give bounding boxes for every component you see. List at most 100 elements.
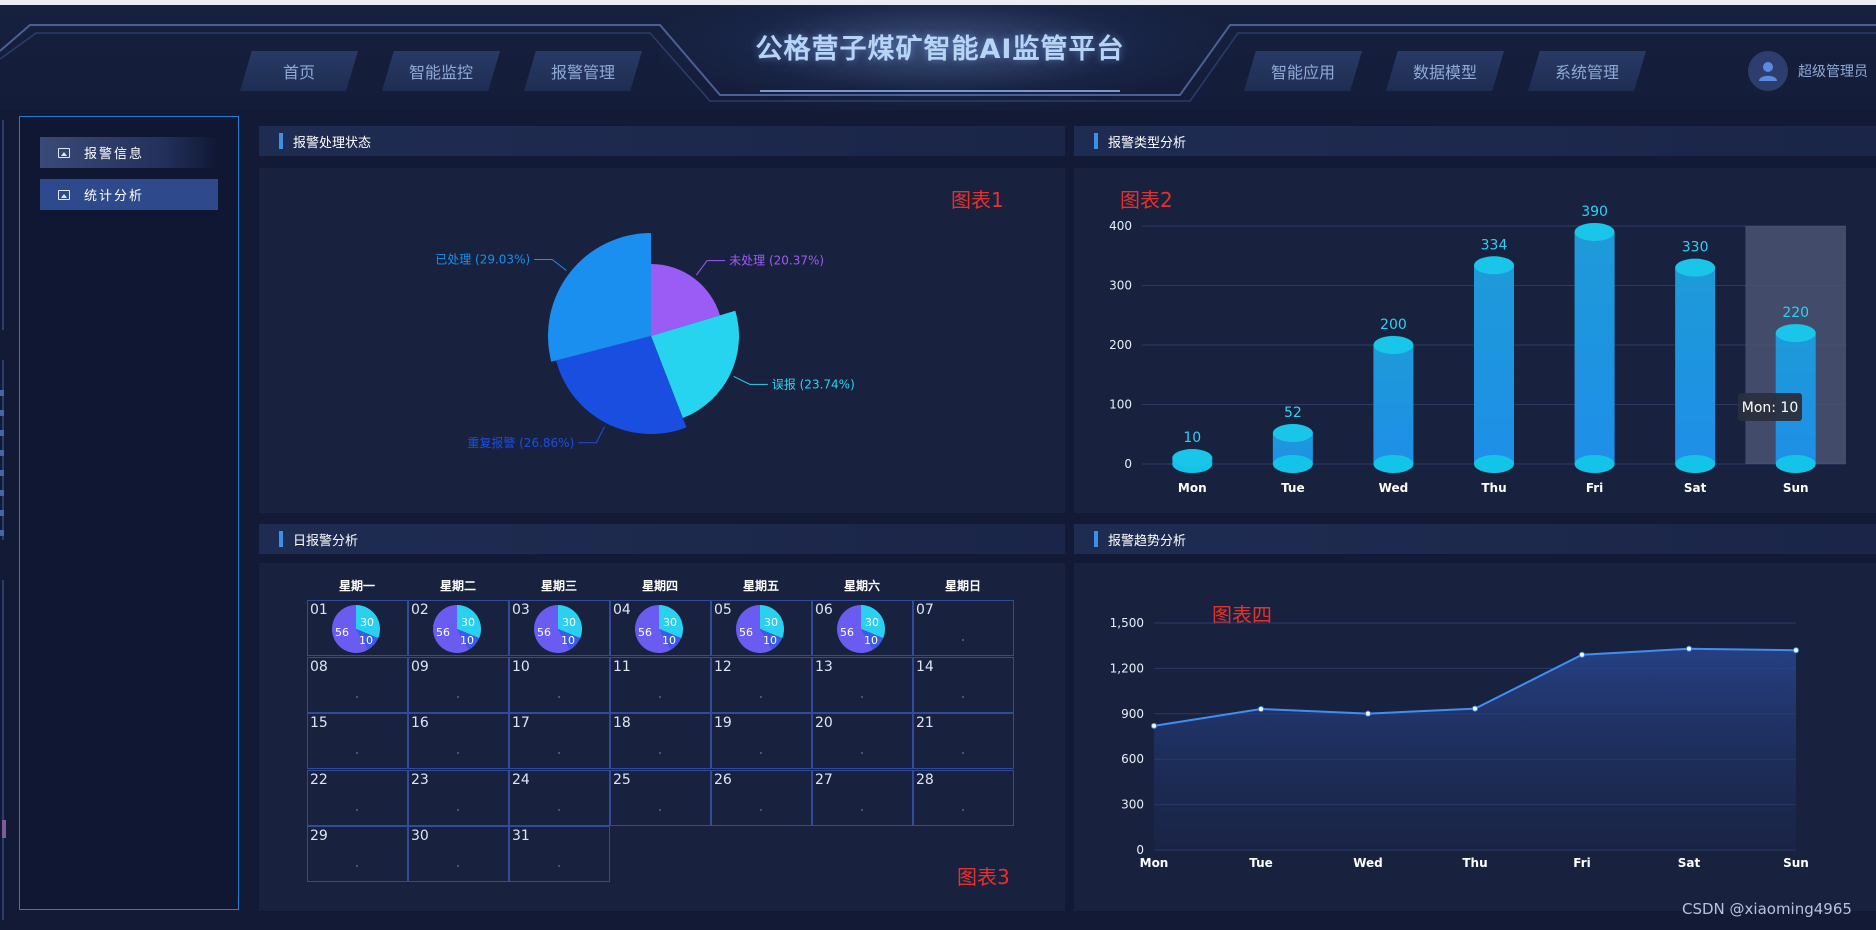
tooltip-text: Mon: 10 — [1742, 400, 1799, 416]
pie-chart[interactable]: 未处理 (20.37%) 误报 (23.74%) 重复报警 (26.86%) 已处理 … — [259, 168, 1065, 513]
calendar-day-number: 10 — [512, 658, 530, 675]
y-tick-label: 1,500 — [1110, 616, 1144, 630]
y-tick-label: 0 — [1136, 843, 1144, 857]
calendar-day-cell[interactable]: 02 30 10 56 — [408, 600, 509, 656]
calendar-day-cell[interactable]: 27 — [812, 769, 913, 826]
calendar-day-marker — [861, 808, 863, 811]
mini-pie-value: 30 — [562, 616, 576, 629]
bar-value-label: 200 — [1380, 317, 1407, 333]
calendar-day-cell[interactable]: 17 — [509, 713, 610, 769]
calendar-day-marker — [760, 752, 762, 754]
calendar-day-number: 26 — [714, 771, 732, 788]
calendar-day-cell[interactable]: 06 30 10 56 — [812, 600, 913, 656]
calendar-day-cell[interactable]: 22 — [307, 769, 408, 826]
sidebar-item-statistics[interactable]: 统计分析 — [40, 179, 218, 210]
mini-pie-chart: 30 10 56 — [837, 605, 885, 653]
x-tick-label: Thu — [1462, 856, 1487, 870]
bar-top — [1373, 336, 1414, 354]
data-point — [1472, 705, 1478, 712]
calendar-day-cell[interactable]: 15 — [307, 713, 408, 769]
calendar-day-cell[interactable]: 23 — [408, 769, 509, 826]
nav-tab-alarm[interactable]: 报警管理 — [524, 51, 642, 91]
calendar-day-marker — [457, 865, 459, 867]
calendar-day-number: 05 — [714, 602, 732, 618]
nav-tab-home[interactable]: 首页 — [240, 51, 358, 91]
mini-pie-value: 56 — [335, 626, 349, 639]
calendar-day-number: 01 — [310, 602, 328, 618]
calendar-day-cell[interactable]: 31 — [509, 826, 610, 882]
bar-base — [1775, 455, 1816, 473]
calendar-day-cell[interactable]: 08 — [307, 656, 408, 713]
left-decoration — [0, 120, 6, 920]
bar-chart[interactable]: 0 100 200 300 400 10 Mon 52 Tue 200 Wed 334 Thu 390 Fr… — [1074, 168, 1876, 513]
calendar-day-marker — [558, 752, 560, 754]
y-tick-label: 1,200 — [1110, 661, 1144, 675]
x-tick-label: Tue — [1281, 481, 1305, 495]
pie-leader-line — [695, 260, 726, 276]
pie-leader-line — [534, 258, 567, 271]
pie-slice-label: 重复报警 (26.86%) — [467, 435, 574, 450]
calendar-day-cell[interactable]: 19 — [711, 713, 812, 769]
x-tick-label: Wed — [1353, 856, 1383, 870]
chart-label: 图表3 — [957, 865, 1010, 889]
calendar-day-cell[interactable]: 20 — [812, 713, 913, 769]
calendar-day-cell[interactable]: 18 — [610, 713, 711, 769]
calendar-day-number: 25 — [613, 771, 631, 788]
bar-top — [1775, 324, 1816, 343]
calendar-day-cell[interactable]: 24 — [509, 769, 610, 826]
sidebar-item-alarm-info[interactable]: 报警信息 — [40, 137, 218, 168]
calendar-day-number: 20 — [815, 715, 833, 731]
bar-value-label: 334 — [1481, 237, 1508, 253]
nav-tab-system[interactable]: 系统管理 — [1528, 51, 1646, 91]
calendar-day-number: 22 — [310, 771, 328, 788]
calendar-day-cell[interactable]: 12 — [711, 656, 812, 713]
calendar-day-cell[interactable]: 13 — [812, 656, 913, 713]
calendar-day-cell[interactable]: 07 — [913, 600, 1014, 656]
mini-pie-value: 30 — [764, 616, 778, 629]
avatar[interactable] — [1748, 51, 1788, 91]
calendar-day-cell[interactable]: 14 — [913, 656, 1014, 713]
calendar-day-number: 28 — [916, 771, 934, 788]
user-name[interactable]: 超级管理员 — [1798, 61, 1868, 81]
y-tick-label: 200 — [1109, 338, 1132, 352]
calendar-day-cell[interactable]: 01 30 10 56 — [307, 600, 408, 656]
calendar-day-number: 06 — [815, 602, 833, 618]
calendar-day-cell[interactable]: 09 — [408, 656, 509, 713]
mini-pie-value: 30 — [663, 616, 677, 629]
mini-pie-value: 10 — [864, 634, 878, 647]
calendar-day-number: 04 — [613, 602, 631, 618]
calendar-day-cell[interactable]: 11 — [610, 656, 711, 713]
panel-title: 日报警分析 — [293, 533, 359, 549]
nav-tab-model[interactable]: 数据模型 — [1386, 51, 1504, 91]
calendar-day-marker — [659, 695, 661, 698]
mini-pie-value: 56 — [436, 626, 450, 639]
calendar-day-cell[interactable]: 04 30 10 56 — [610, 600, 711, 656]
panel-alarm-type: 图表2 0 100 200 300 400 10 Mon 52 Tue 200 Wed 334 Thu 3… — [1074, 168, 1876, 513]
calendar-day-cell[interactable]: 29 — [307, 826, 408, 882]
calendar-day-marker — [659, 808, 661, 811]
calendar-day-marker — [558, 808, 560, 811]
nav-tab-monitor[interactable]: 智能监控 — [382, 51, 500, 91]
area-chart[interactable]: 0 300 600 900 1,200 1,500 Mon Tue Wed Thu Fri Sat Su… — [1074, 563, 1876, 911]
y-tick-label: 300 — [1109, 279, 1132, 293]
calendar-day-cell[interactable]: 28 — [913, 769, 1014, 826]
calendar-day-cell[interactable]: 10 — [509, 656, 610, 713]
pie-slice-label: 未处理 (20.37%) — [729, 254, 824, 268]
calendar-day-marker — [861, 695, 863, 698]
pie-leader-line — [733, 375, 768, 385]
mini-pie-chart: 30 10 56 — [534, 605, 582, 653]
calendar-day-cell[interactable]: 30 — [408, 826, 509, 882]
calendar-day-cell[interactable]: 03 30 10 56 — [509, 600, 610, 656]
calendar-day-cell[interactable]: 21 — [913, 713, 1014, 769]
data-point — [1686, 645, 1692, 652]
calendar-day-marker — [558, 695, 560, 698]
calendar-day-cell[interactable]: 25 — [610, 769, 711, 826]
mini-pie-value: 10 — [763, 634, 777, 647]
nav-tab-app[interactable]: 智能应用 — [1244, 51, 1362, 91]
mini-pie-chart: 30 10 56 — [332, 605, 380, 653]
y-tick-label: 100 — [1109, 398, 1132, 412]
calendar-day-cell[interactable]: 26 — [711, 769, 812, 826]
calendar-day-cell[interactable]: 05 30 10 56 — [711, 600, 812, 656]
calendar-day-cell[interactable]: 16 — [408, 713, 509, 769]
x-tick-label: Sun — [1783, 856, 1809, 870]
